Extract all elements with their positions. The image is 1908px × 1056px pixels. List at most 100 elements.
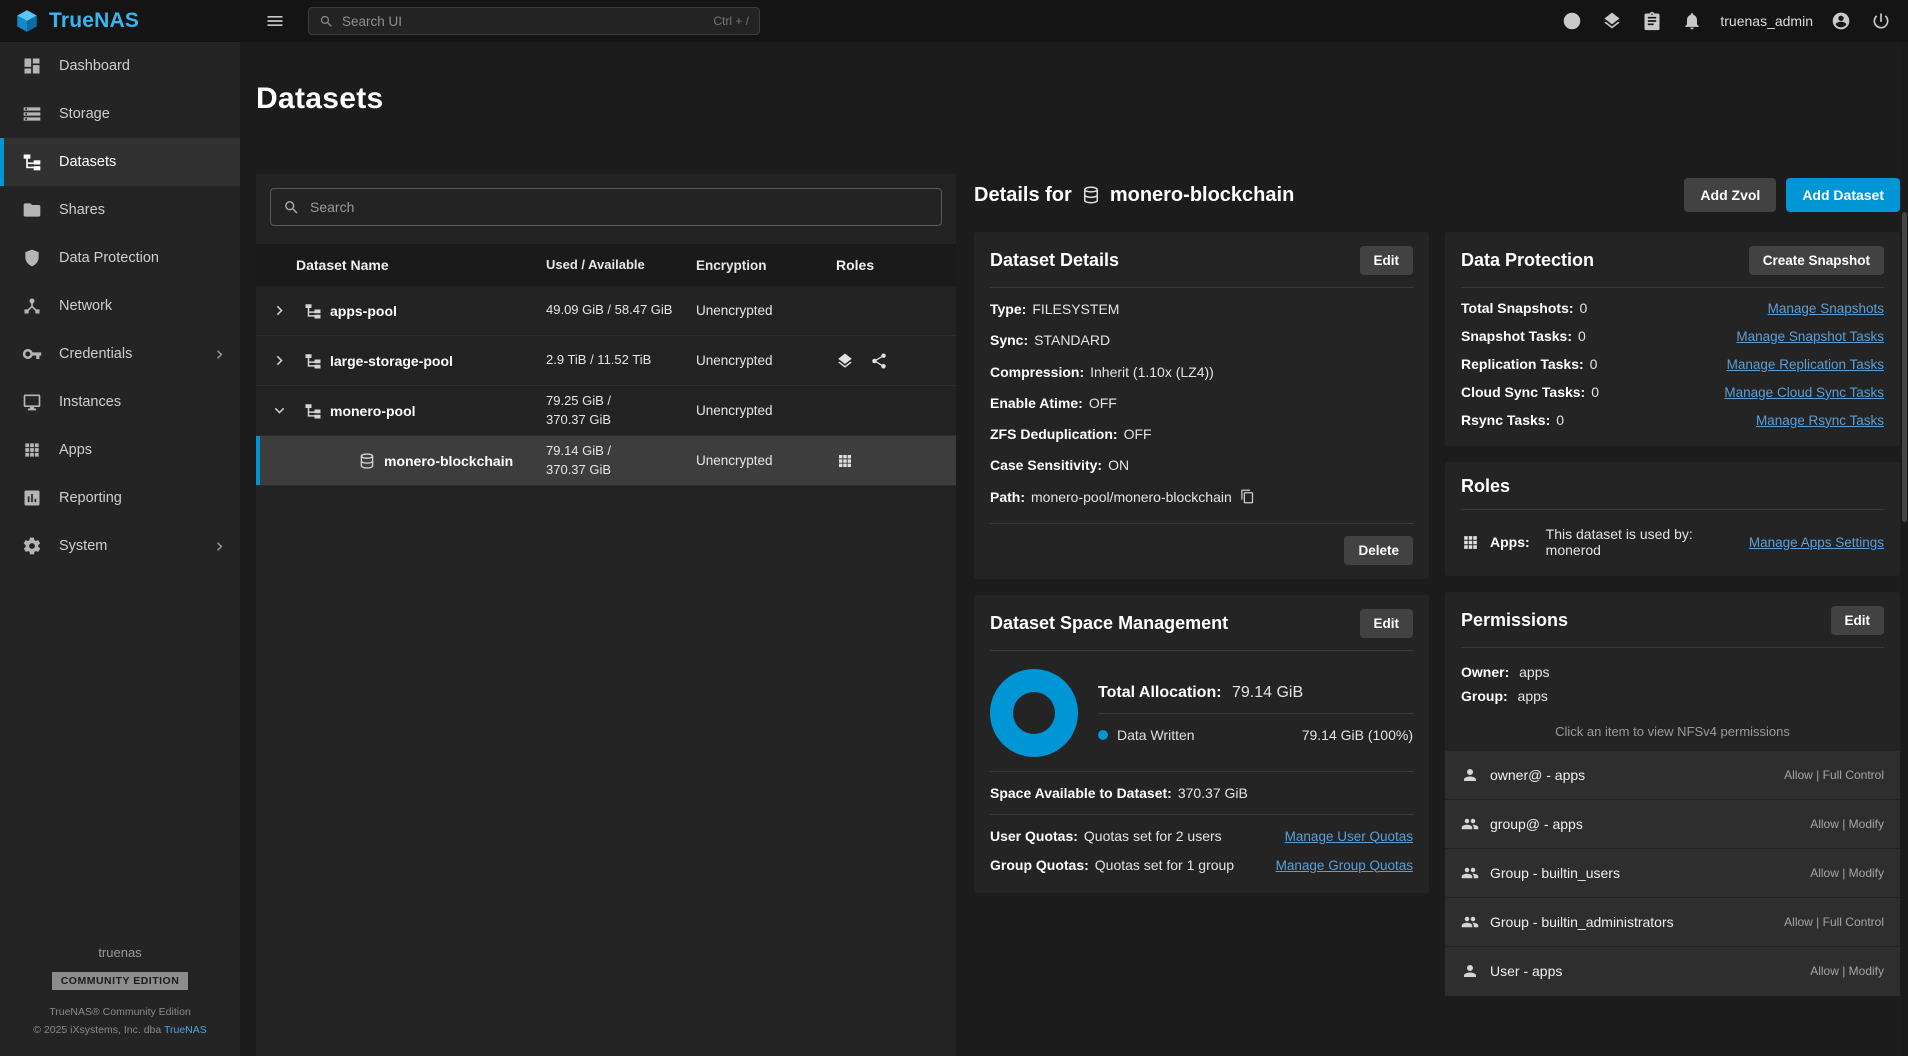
column-encryption: Encryption (696, 258, 836, 273)
sidebar: Dashboard Storage Datasets Shares Data P… (0, 42, 240, 1056)
permissions-owner-group: Owner: apps Group: apps (1461, 661, 1884, 709)
card-title: Data Protection (1461, 250, 1594, 271)
sidebar-item-instances[interactable]: Instances (0, 378, 240, 426)
dp-row: Rsync Tasks:0Manage Rsync Tasks (1461, 412, 1884, 432)
edition-badge[interactable]: COMMUNITY EDITION (52, 972, 189, 990)
key-icon (22, 344, 42, 364)
dp-row: Snapshot Tasks:0Manage Snapshot Tasks (1461, 328, 1884, 344)
pool-tree-icon (304, 302, 322, 320)
sidebar-item-label: Instances (59, 394, 121, 410)
permission-item-builtin-users[interactable]: Group - builtin_users Allow | Modify (1445, 849, 1900, 898)
data-protection-card: Data Protection Create Snapshot Total Sn… (1445, 232, 1900, 446)
manage-cloud-sync-tasks-link[interactable]: Manage Cloud Sync Tasks (1724, 385, 1884, 400)
truenas-footer-link[interactable]: TrueNAS (164, 1024, 207, 1036)
account-icon[interactable] (1824, 4, 1858, 38)
sidebar-item-data-protection[interactable]: Data Protection (0, 234, 240, 282)
sidebar-item-label: Storage (59, 106, 110, 122)
permission-item-owner[interactable]: owner@ - apps Allow | Full Control (1445, 751, 1900, 800)
create-snapshot-button[interactable]: Create Snapshot (1749, 246, 1884, 275)
group-icon (1461, 815, 1479, 833)
edit-dataset-details-button[interactable]: Edit (1360, 246, 1414, 275)
chevron-right-icon[interactable] (270, 301, 296, 320)
manage-user-quotas-link[interactable]: Manage User Quotas (1285, 829, 1413, 844)
detail-field-path: Path: monero-pool/monero-blockchain (990, 487, 1413, 507)
manage-group-quotas-link[interactable]: Manage Group Quotas (1276, 858, 1413, 873)
dataset-row-large-storage-pool[interactable]: large-storage-pool 2.9 TiB / 11.52 TiB U… (256, 336, 956, 386)
dataset-row-apps-pool[interactable]: apps-pool 49.09 GiB / 58.47 GiB Unencryp… (256, 286, 956, 336)
copy-path-icon[interactable] (1240, 489, 1255, 504)
manage-replication-tasks-link[interactable]: Manage Replication Tasks (1727, 357, 1884, 372)
add-dataset-button[interactable]: Add Dataset (1786, 178, 1900, 212)
manage-snapshot-tasks-link[interactable]: Manage Snapshot Tasks (1736, 329, 1884, 344)
dp-row: Total Snapshots:0Manage Snapshots (1461, 300, 1884, 316)
apps-grid-icon (22, 440, 42, 460)
space-management-card: Dataset Space Management Edit Total Allo… (974, 595, 1429, 893)
apps-role-icon (836, 452, 854, 470)
global-search[interactable]: Ctrl + / (308, 7, 760, 35)
truenas-app: TrueNAS Ctrl + / truenas_admi (0, 0, 1908, 1056)
detail-field: Enable Atime:OFF (990, 393, 1413, 413)
sidebar-item-storage[interactable]: Storage (0, 90, 240, 138)
sidebar-item-label: Credentials (59, 346, 132, 362)
username: truenas_admin (1720, 13, 1813, 29)
alerts-bell-icon[interactable] (1675, 4, 1709, 38)
add-zvol-button[interactable]: Add Zvol (1684, 178, 1776, 212)
dataset-table-header: Dataset Name Used / Available Encryption… (256, 244, 956, 286)
manage-rsync-tasks-link[interactable]: Manage Rsync Tasks (1756, 413, 1884, 428)
truecommand-layers-icon[interactable] (1595, 4, 1629, 38)
delete-dataset-button[interactable]: Delete (1344, 536, 1413, 565)
sidebar-item-credentials[interactable]: Credentials (0, 330, 240, 378)
details-header: Details for monero-blockchain Add Zvol A… (974, 174, 1900, 216)
dataset-search[interactable] (270, 188, 942, 226)
manage-apps-settings-link[interactable]: Manage Apps Settings (1749, 535, 1884, 550)
legend-dot-icon (1098, 730, 1108, 740)
detail-field: Compression:Inherit (1.10x (LZ4)) (990, 362, 1413, 382)
edit-permissions-button[interactable]: Edit (1831, 606, 1885, 635)
brand-name: TrueNAS (49, 9, 139, 33)
sidebar-item-reporting[interactable]: Reporting (0, 474, 240, 522)
dataset-row-monero-pool[interactable]: monero-pool 79.25 GiB / 370.37 GiB Unenc… (256, 386, 956, 436)
sidebar-item-datasets[interactable]: Datasets (0, 138, 240, 186)
permission-item-builtin-administrators[interactable]: Group - builtin_administrators Allow | F… (1445, 898, 1900, 947)
dataset-row-monero-blockchain[interactable]: monero-blockchain 79.14 GiB / 370.37 GiB… (256, 436, 956, 486)
legend-label: Data Written (1117, 727, 1195, 743)
sidebar-item-network[interactable]: Network (0, 282, 240, 330)
global-search-input[interactable] (342, 14, 705, 29)
chevron-right-icon (211, 538, 228, 555)
jobs-icon[interactable] (1635, 4, 1669, 38)
sidebar-copyright: TrueNAS® Community Edition © 2025 iXsyst… (0, 1004, 240, 1040)
scrollbar-thumb[interactable] (1902, 212, 1907, 522)
edit-space-button[interactable]: Edit (1360, 609, 1414, 638)
sidebar-item-dashboard[interactable]: Dashboard (0, 42, 240, 90)
dataset-tree-panel: Dataset Name Used / Available Encryption… (256, 174, 956, 1056)
sidebar-item-apps[interactable]: Apps (0, 426, 240, 474)
chevron-right-icon[interactable] (270, 351, 296, 370)
feedback-icon[interactable] (1555, 4, 1589, 38)
manage-snapshots-link[interactable]: Manage Snapshots (1768, 301, 1884, 316)
hostname: truenas (0, 945, 240, 960)
details-panel: Details for monero-blockchain Add Zvol A… (974, 174, 1900, 1056)
permissions-card: Permissions Edit Owner: apps Group: apps… (1445, 592, 1900, 996)
chart-legend: Data Written 79.14 GiB (100%) (1098, 714, 1413, 743)
detail-field: Sync:STANDARD (990, 330, 1413, 350)
hamburger-menu-icon[interactable] (258, 4, 292, 38)
sidebar-item-label: System (59, 538, 107, 554)
sidebar-item-system[interactable]: System (0, 522, 240, 570)
sidebar-item-shares[interactable]: Shares (0, 186, 240, 234)
truenas-logo[interactable]: TrueNAS (0, 8, 240, 34)
power-icon[interactable] (1864, 4, 1898, 38)
card-title: Roles (1461, 476, 1510, 497)
page-scrollbar[interactable] (1901, 42, 1908, 1056)
dataset-search-input[interactable] (310, 199, 929, 215)
permission-item-group-at[interactable]: group@ - apps Allow | Modify (1445, 800, 1900, 849)
roles-apps-row: Apps: This dataset is used by: monerod M… (1461, 526, 1884, 562)
legend-value: 79.14 GiB (100%) (1302, 727, 1413, 743)
permission-item-user-apps[interactable]: User - apps Allow | Modify (1445, 947, 1900, 996)
pool-tree-icon (304, 402, 322, 420)
sidebar-item-label: Dashboard (59, 58, 130, 74)
group-quotas: Group Quotas: Quotas set for 1 group Man… (990, 844, 1413, 879)
chevron-down-icon[interactable] (270, 401, 296, 420)
copyright-line: © 2025 iXsystems, Inc. dba TrueNAS (0, 1022, 240, 1040)
column-dataset-name: Dataset Name (270, 257, 546, 273)
used-available: 79.25 GiB / 370.37 GiB (546, 392, 696, 428)
